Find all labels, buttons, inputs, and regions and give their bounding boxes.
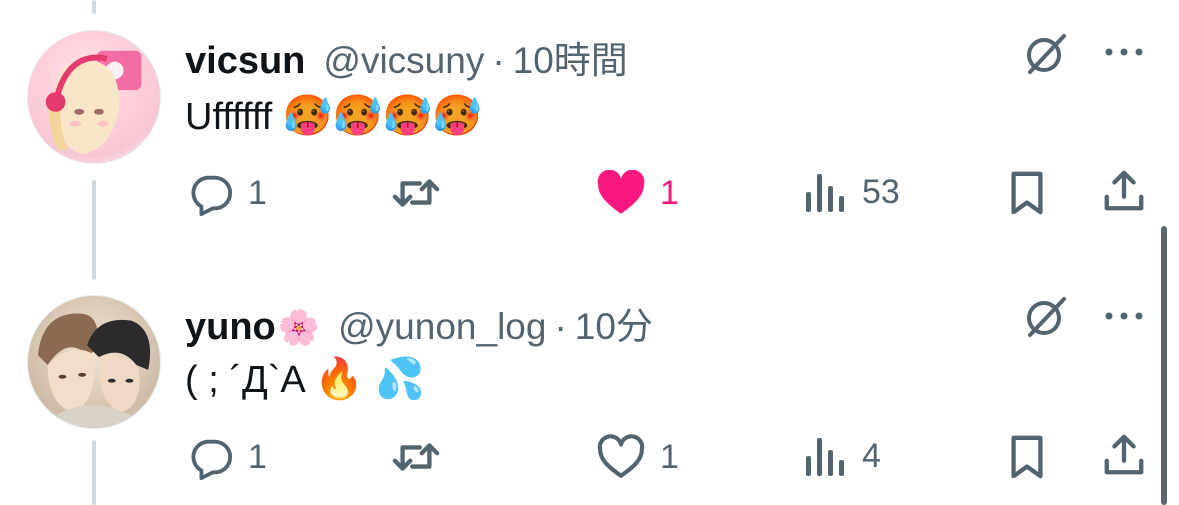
tweet-header: vicsun @vicsuny · 10時間 [185,30,628,84]
retweet-icon [392,443,440,471]
reply-icon [191,175,232,216]
display-name[interactable]: yuno [185,306,276,349]
reply-action[interactable]: 1 [188,170,267,216]
like-count: 1 [660,437,679,476]
avatar-yuno[interactable] [27,295,161,429]
views-action[interactable]: 4 [804,434,881,478]
share-icon[interactable] [1102,432,1146,478]
bookmark-icon[interactable] [1007,434,1047,480]
grok-icon[interactable] [1022,293,1070,341]
tweet-text: ( ; ´Д`A 🔥 💦 [185,355,425,402]
like-action[interactable]: 1 [596,170,679,216]
name-emoji: 🌸 [277,309,321,347]
retweet-action[interactable] [388,434,444,480]
views-count: 4 [862,436,881,475]
scrollbar[interactable] [1161,226,1167,505]
grok-icon[interactable] [1022,30,1070,78]
heart-outline-icon [597,434,645,478]
timestamp[interactable]: 10分 [575,296,653,350]
tweet-text-body: ( ; ´Д`A [185,359,304,401]
views-icon [806,438,844,476]
views-count: 53 [862,172,900,211]
heart-filled-icon [597,170,645,214]
tweet-text: Uffffff 🥵🥵🥵🥵 [185,92,482,139]
bookmark-icon[interactable] [1007,170,1047,216]
user-handle[interactable]: @vicsuny [323,40,484,82]
tweet-text-body: Uffffff [185,96,273,138]
separator-dot: · [554,306,567,347]
thread-line-top [92,0,96,14]
like-count: 1 [660,173,679,212]
reply-count: 1 [248,437,267,476]
views-icon [806,174,844,212]
retweet-icon [392,179,440,207]
views-action[interactable]: 53 [804,170,900,214]
thread-line-middle [92,180,96,280]
avatar-illustration [45,50,142,155]
tweet-emojis: 🔥 💦 [314,357,425,401]
timestamp[interactable]: 10時間 [513,30,628,84]
display-name[interactable]: vicsun [185,40,305,83]
retweet-action[interactable] [388,170,444,216]
tweet-header: yuno 🌸 @yunon_log · 10分 [185,296,653,350]
user-handle[interactable]: @yunon_log [338,306,546,348]
reply-action[interactable]: 1 [188,434,267,480]
reply-icon [191,439,232,480]
tweet-emojis: 🥵🥵🥵🥵 [282,94,483,138]
reply-count: 1 [248,173,267,212]
more-icon[interactable] [1104,46,1144,58]
share-icon[interactable] [1102,168,1146,214]
like-action[interactable]: 1 [596,434,679,480]
avatar-vicsun[interactable] [27,30,161,164]
thread-line-bottom [92,440,96,505]
separator-dot: · [492,40,505,81]
more-icon[interactable] [1104,310,1144,322]
avatar-illustration [37,313,151,428]
